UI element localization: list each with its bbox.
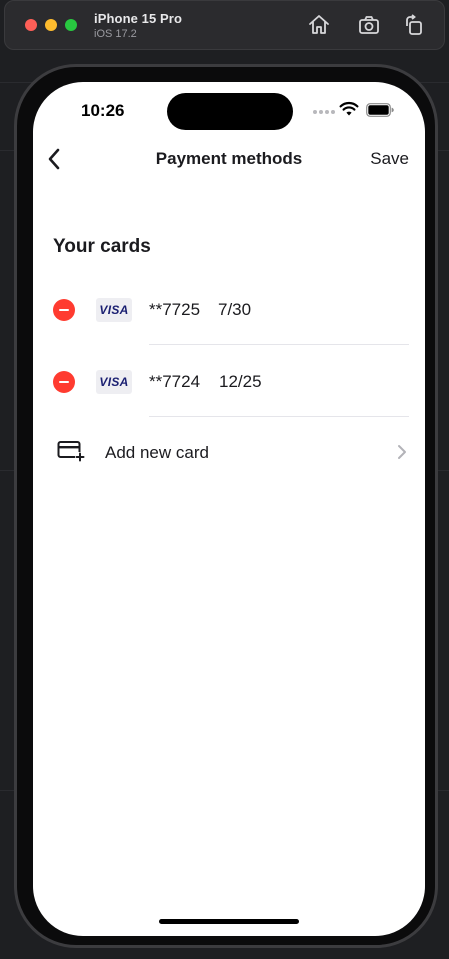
os-version: iOS 17.2	[94, 28, 137, 40]
add-new-card-label: Add new card	[105, 443, 209, 462]
battery-icon	[366, 103, 394, 117]
minimize-window-button[interactable]	[45, 19, 57, 31]
phone-screen: 10:26 Payment methods Save Your cards VI…	[33, 82, 425, 936]
zoom-window-button[interactable]	[65, 19, 77, 31]
home-indicator[interactable]	[159, 919, 299, 924]
home-icon[interactable]	[307, 13, 331, 37]
section-title-your-cards: Your cards	[53, 236, 151, 257]
wifi-icon	[339, 101, 359, 116]
status-icons	[313, 101, 403, 121]
phone-frame: 10:26 Payment methods Save Your cards VI…	[14, 64, 438, 948]
device-name: iPhone 15 Pro	[94, 11, 182, 26]
status-time: 10:26	[81, 101, 125, 120]
dynamic-island	[167, 93, 293, 130]
card-expiry: 7/30	[218, 300, 252, 319]
close-window-button[interactable]	[25, 19, 37, 31]
row-divider	[149, 344, 409, 345]
card-row: VISA **7724 12/25	[33, 370, 425, 443]
card-number: **7725	[149, 300, 201, 319]
navigation-bar: Payment methods Save	[33, 144, 425, 174]
add-new-card-row[interactable]: Add new card	[33, 438, 425, 468]
card-number: **7724	[149, 372, 201, 391]
screenshot-icon[interactable]	[357, 13, 381, 37]
chevron-right-icon	[398, 445, 406, 459]
save-button[interactable]: Save	[370, 149, 409, 169]
visa-logo-icon: VISA	[96, 370, 132, 394]
simulator-title-bar: iPhone 15 Pro iOS 17.2	[4, 0, 445, 50]
page-title: Payment methods	[155, 149, 303, 168]
cellular-signal-icon	[313, 110, 335, 114]
remove-card-button[interactable]	[53, 371, 75, 393]
add-card-icon	[57, 441, 85, 462]
card-row: VISA **7725 7/30	[33, 298, 425, 371]
remove-card-button[interactable]	[53, 299, 75, 321]
rotate-icon[interactable]	[402, 13, 426, 37]
visa-logo-icon: VISA	[96, 298, 132, 322]
row-divider	[149, 416, 409, 417]
card-expiry: 12/25	[219, 372, 262, 391]
